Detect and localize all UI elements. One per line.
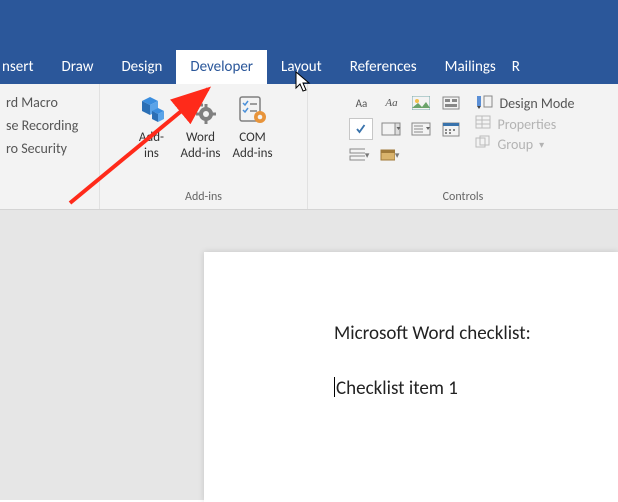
document-area: Microsoft Word checklist: Checklist item… xyxy=(0,210,618,500)
design-mode-icon xyxy=(475,93,493,113)
doc-line-1[interactable]: Microsoft Word checklist: xyxy=(334,322,570,345)
gears-icon xyxy=(184,92,216,128)
dropdown-control[interactable] xyxy=(409,118,433,140)
rich-text-control[interactable]: Aa xyxy=(349,92,373,114)
controls-gallery: Aa Aa ▾ ▾ xyxy=(345,88,469,172)
document-page[interactable]: Microsoft Word checklist: Checklist item… xyxy=(204,252,618,502)
record-macro-button[interactable]: rd Macro xyxy=(6,94,58,111)
tab-design[interactable]: Design xyxy=(107,50,176,84)
datepicker-control[interactable] xyxy=(439,118,463,140)
tab-references[interactable]: References xyxy=(336,50,431,84)
addins-group-label: Add-ins xyxy=(185,190,222,207)
checkbox-control[interactable] xyxy=(349,118,373,140)
repeating-section-control[interactable]: ▾ xyxy=(349,144,373,166)
plain-text-control[interactable]: Aa xyxy=(379,92,403,114)
tab-review[interactable]: R xyxy=(510,50,534,84)
group-icon xyxy=(475,135,491,153)
tab-mailings[interactable]: Mailings xyxy=(431,50,510,84)
tab-developer[interactable]: Developer xyxy=(176,50,267,84)
properties-icon xyxy=(475,115,491,133)
tab-insert[interactable]: nsert xyxy=(0,50,47,84)
addins-icon xyxy=(134,92,168,128)
group-button[interactable]: Group ▾ xyxy=(475,135,574,153)
properties-button[interactable]: Properties xyxy=(475,115,574,133)
title-bar xyxy=(0,0,618,50)
design-mode-button[interactable]: Design Mode xyxy=(475,93,574,113)
controls-group-label: Controls xyxy=(443,190,484,207)
addins-button[interactable]: Add- ins xyxy=(128,88,174,161)
ribbon-tabs: nsert Draw Design Developer Layout Refer… xyxy=(0,50,618,84)
picture-control[interactable] xyxy=(409,92,433,114)
tab-layout[interactable]: Layout xyxy=(267,50,336,84)
building-block-control[interactable] xyxy=(439,92,463,114)
combobox-control[interactable] xyxy=(379,118,403,140)
checklist-gear-icon xyxy=(237,92,269,128)
doc-line-2[interactable]: Checklist item 1 xyxy=(334,377,570,400)
legacy-tools-control[interactable]: ▾ xyxy=(379,144,403,166)
com-addins-button[interactable]: COM Add-ins xyxy=(227,88,279,161)
pause-recording-button[interactable]: se Recording xyxy=(6,117,78,134)
tab-draw[interactable]: Draw xyxy=(47,50,107,84)
macro-security-button[interactable]: ro Security xyxy=(6,140,67,157)
ribbon: rd Macro se Recording ro Security Add- i… xyxy=(0,84,618,210)
word-addins-button[interactable]: Word Add-ins xyxy=(174,88,226,161)
code-group-items: rd Macro se Recording ro Security xyxy=(6,88,78,157)
